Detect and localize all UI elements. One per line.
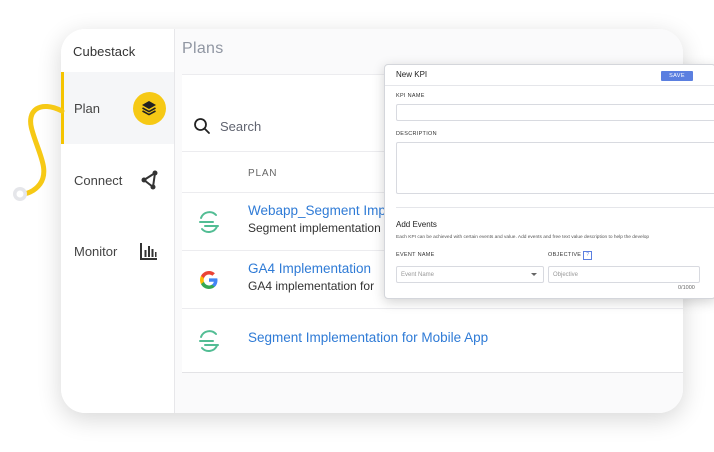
sidebar-item-label: Plan <box>74 100 101 116</box>
google-logo-icon <box>196 267 222 293</box>
objective-label-wrap: OBJECTIVE? <box>548 251 593 260</box>
sidebar-item-monitor[interactable]: Monitor <box>61 215 174 287</box>
sidebar-item-plan[interactable]: Plan <box>61 72 174 144</box>
sidebar-item-connect[interactable]: Connect <box>61 144 174 216</box>
chevron-down-icon <box>531 273 537 276</box>
event-name-select[interactable]: Event Name <box>396 266 544 283</box>
kpi-name-label: KPI NAME <box>396 93 425 99</box>
page-title: Plans <box>182 40 224 57</box>
divider <box>182 372 683 373</box>
segment-logo-icon <box>196 328 222 354</box>
add-events-help-text: Each KPI can be achieved with certain ev… <box>396 235 650 240</box>
segment-logo-icon <box>196 209 222 235</box>
modal-header: New KPI SAVE <box>385 65 714 86</box>
sidebar-item-label: Monitor <box>74 243 118 259</box>
sidebar-item-label: Connect <box>74 172 123 188</box>
character-counter: 0/1000 <box>678 285 695 291</box>
column-header-plan: PLAN <box>248 168 278 179</box>
plan-description: GA4 implementation for <box>248 279 375 293</box>
help-icon[interactable]: ? <box>583 251 593 260</box>
layers-icon <box>132 91 166 125</box>
add-events-title: Add Events <box>396 220 437 229</box>
bar-chart-icon <box>132 234 166 268</box>
description-label: DESCRIPTION <box>396 131 437 137</box>
objective-placeholder: Objective <box>553 272 579 278</box>
save-button[interactable]: SAVE <box>661 71 693 81</box>
table-row[interactable]: Segment Implementation for Mobile App <box>182 308 683 373</box>
objective-label: OBJECTIVE <box>548 252 582 258</box>
brand-name: Cubestack <box>73 44 136 59</box>
objective-input[interactable]: Objective <box>548 266 700 283</box>
description-textarea[interactable] <box>396 142 714 194</box>
plan-name-link[interactable]: Webapp_Segment Imp <box>248 203 386 218</box>
event-name-label: EVENT NAME <box>396 252 435 258</box>
plan-description: Segment implementation <box>248 221 381 235</box>
plan-name-link[interactable]: GA4 Implementation <box>248 261 371 276</box>
divider <box>396 207 714 208</box>
connect-icon <box>132 163 166 197</box>
plan-name-link[interactable]: Segment Implementation for Mobile App <box>248 330 488 345</box>
new-kpi-modal: New KPI SAVE KPI NAME DESCRIPTION Add Ev… <box>384 64 714 299</box>
sidebar: Cubestack Plan Connect Monitor <box>61 29 175 413</box>
kpi-name-input[interactable] <box>396 104 714 121</box>
search-icon <box>194 118 210 134</box>
event-name-placeholder: Event Name <box>401 272 435 278</box>
modal-title: New KPI <box>396 70 428 79</box>
